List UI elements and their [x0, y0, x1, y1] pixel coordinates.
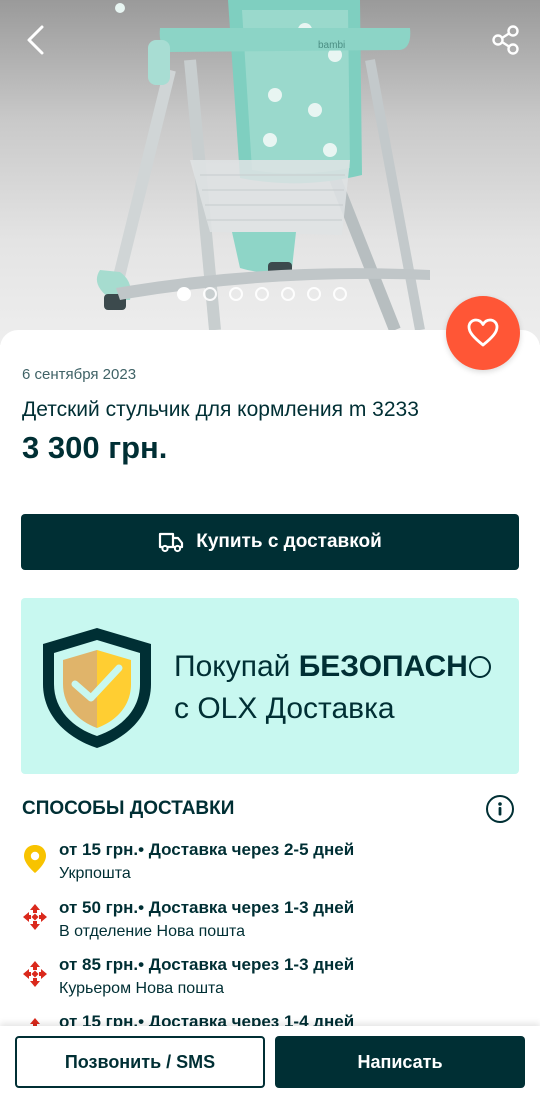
chevron-left-icon — [27, 25, 44, 55]
svg-text:bambi: bambi — [318, 40, 345, 51]
listing-price: 3 300 грн. — [22, 430, 168, 465]
back-button[interactable] — [16, 20, 56, 60]
banner-line-1-bold: БЕЗОПАСН — [298, 650, 468, 683]
shield-check-icon — [43, 628, 151, 748]
buy-with-delivery-button[interactable]: Купить с доставкой — [21, 514, 519, 570]
delivery-method-price-time: от 85 грн.• Доставка через 1-3 дней — [59, 955, 355, 974]
delivery-method-price-time: от 50 грн.• Доставка через 1-3 дней — [59, 898, 355, 917]
delivery-method-price-time: от 15 грн.• Доставка через 2-5 дней — [59, 840, 355, 859]
delivery-method-carrier: Курьером Нова пошта — [59, 980, 225, 997]
bottom-action-bar: Позвонить / SMS Написать — [0, 1026, 540, 1105]
delivery-info-button[interactable] — [486, 795, 514, 823]
delivery-method-carrier: В отделение Нова пошта — [59, 923, 246, 940]
truck-icon — [159, 532, 184, 553]
nova-poshta-icon — [22, 902, 48, 932]
banner-line-1: Покупай БЕЗОПАСН — [174, 646, 491, 688]
share-icon — [492, 25, 519, 55]
product-gallery[interactable]: bambi — [0, 0, 540, 345]
delivery-method-item: от 85 грн.• Доставка через 1-3 дней Курье… — [22, 955, 522, 1007]
write-message-button[interactable]: Написать — [275, 1036, 525, 1088]
banner-line-2: с OLX Доставка — [174, 692, 395, 725]
banner-o-circle — [468, 656, 491, 678]
listing-date: 6 сентября 2023 — [22, 366, 137, 383]
gallery-dot[interactable] — [177, 287, 191, 301]
olx-delivery-banner[interactable]: Покупай БЕЗОПАСН с OLX Доставка — [21, 598, 519, 774]
ukrposhta-icon — [22, 844, 48, 874]
delivery-method-carrier: Укрпошта — [59, 865, 131, 882]
gallery-dot[interactable] — [281, 287, 295, 301]
delivery-methods-heading: СПОСОБЫ ДОСТАВКИ — [22, 798, 235, 819]
info-icon — [498, 802, 502, 816]
delivery-method-item: от 15 грн.• Доставка через 2-5 дней Укрпо… — [22, 840, 522, 892]
favorite-button[interactable] — [446, 296, 520, 370]
nova-poshta-icon — [22, 959, 48, 989]
gallery-pagination — [177, 287, 347, 301]
gallery-dot[interactable] — [255, 287, 269, 301]
delivery-method-item: от 50 грн.• Доставка через 1-3 дней В отд… — [22, 898, 522, 950]
banner-text: Покупай БЕЗОПАСН с OLX Доставка — [174, 646, 491, 730]
gallery-dot[interactable] — [203, 287, 217, 301]
gallery-dot[interactable] — [333, 287, 347, 301]
gallery-dot[interactable] — [229, 287, 243, 301]
heart-icon — [467, 318, 499, 347]
buy-with-delivery-label: Купить с доставкой — [196, 531, 382, 552]
banner-line-1-regular: Покупай — [174, 650, 299, 683]
listing-title: Детский стульчик для кормления m 3233 — [22, 398, 419, 421]
share-button[interactable] — [486, 20, 526, 60]
gallery-dot[interactable] — [307, 287, 321, 301]
call-sms-button[interactable]: Позвонить / SMS — [15, 1036, 265, 1088]
